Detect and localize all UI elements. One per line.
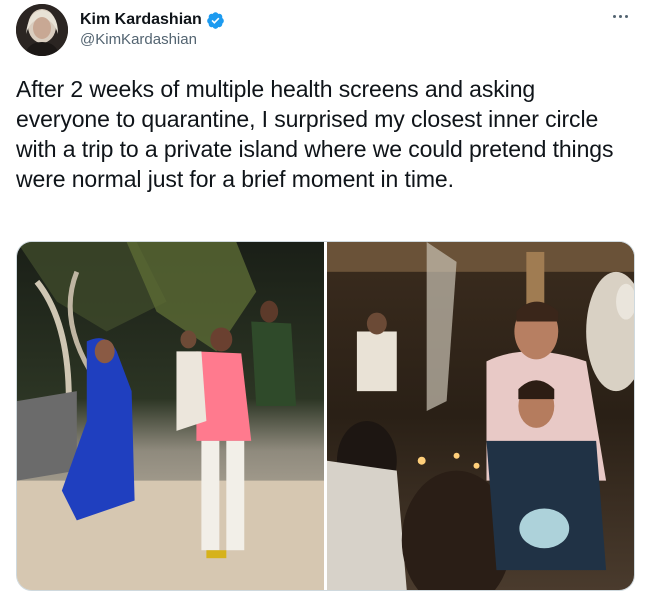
verified-badge-icon xyxy=(206,11,225,30)
tweet-card: Kim Kardashian @KimKardashian After 2 we… xyxy=(0,0,648,602)
user-avatar[interactable] xyxy=(16,4,68,56)
tweet-photo-1[interactable] xyxy=(17,242,324,590)
author-display-name[interactable]: Kim Kardashian xyxy=(80,11,202,29)
tweet-photo-2[interactable] xyxy=(327,242,634,590)
tweet-text: After 2 weeks of multiple health screens… xyxy=(16,76,614,192)
author-name-row[interactable]: Kim Kardashian xyxy=(80,9,225,31)
dot xyxy=(618,14,622,18)
author-handle[interactable]: @KimKardashian xyxy=(80,31,197,48)
more-options-icon[interactable] xyxy=(608,6,632,26)
dot xyxy=(624,14,628,18)
dot xyxy=(612,14,616,18)
tweet-media-grid xyxy=(16,241,635,591)
